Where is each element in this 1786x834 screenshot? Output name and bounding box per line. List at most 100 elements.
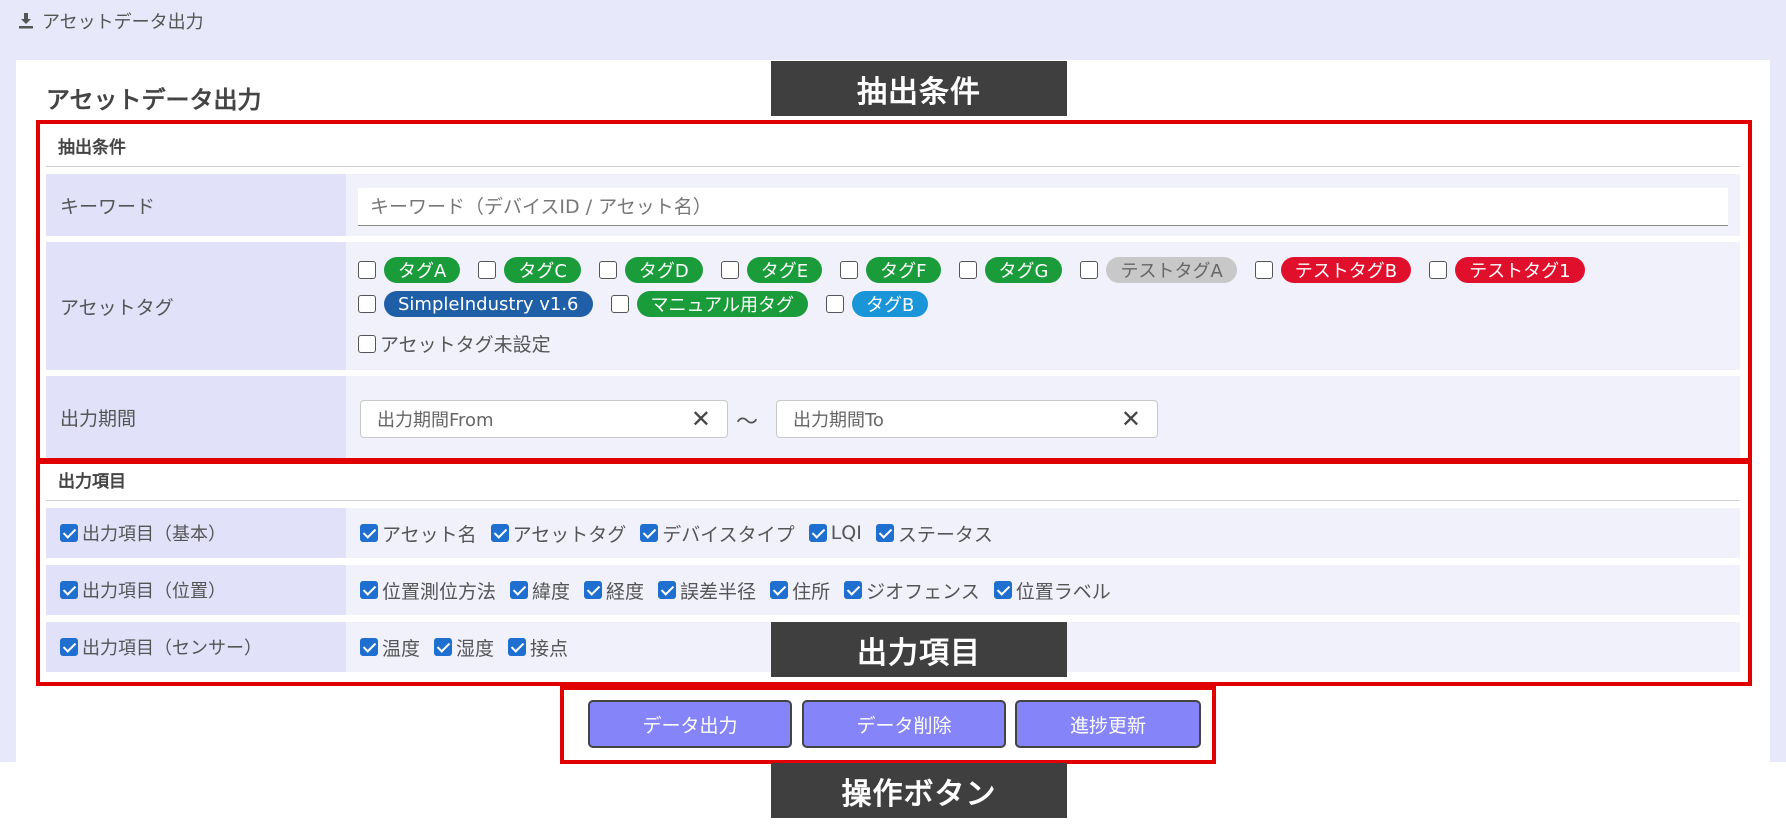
keyword-label: キーワード xyxy=(46,174,346,236)
output-option-label: デバイスタイプ xyxy=(662,523,795,546)
output-group-label-text: 出力項目（基本） xyxy=(82,524,226,545)
output-option-checkbox[interactable] xyxy=(844,581,863,599)
tag-option[interactable]: テストタグ1 xyxy=(1429,257,1585,283)
output-option-label: 温度 xyxy=(382,637,421,660)
keyword-input[interactable] xyxy=(358,188,1728,226)
tag-pill: タグG xyxy=(984,257,1063,283)
tag-checkbox[interactable] xyxy=(1429,261,1448,279)
page-title: アセットデータ出力 xyxy=(46,86,262,114)
period-to-input[interactable]: 出力期間To ✕ xyxy=(776,400,1158,438)
output-option-label: 位置ラベル xyxy=(1015,580,1111,603)
output-option-checkbox[interactable] xyxy=(584,581,603,599)
output-section-label: 出力項目 xyxy=(58,472,126,492)
tag-checkbox[interactable] xyxy=(958,261,977,279)
output-option[interactable]: デバイスタイプ xyxy=(640,520,795,547)
output-group-label[interactable]: 出力項目（基本） xyxy=(46,508,346,558)
output-group-label[interactable]: 出力項目（位置） xyxy=(46,565,346,615)
output-option[interactable]: ジオフェンス xyxy=(844,577,980,604)
tag-pill: タグB xyxy=(851,291,929,317)
output-option-label: 誤差半径 xyxy=(680,580,757,603)
extract-section-rule xyxy=(46,166,1740,167)
output-option-checkbox[interactable] xyxy=(434,638,453,656)
output-option[interactable]: 緯度 xyxy=(510,577,570,604)
output-option-checkbox[interactable] xyxy=(510,581,529,599)
output-option-label: アセット名 xyxy=(382,523,477,546)
keyword-row: キーワード xyxy=(46,174,1740,236)
output-option-checkbox[interactable] xyxy=(808,524,827,542)
tag-checkbox[interactable] xyxy=(610,295,629,313)
extract-section-label: 抽出条件 xyxy=(58,138,126,158)
output-option-checkbox[interactable] xyxy=(360,638,378,656)
output-option[interactable]: 誤差半径 xyxy=(658,577,756,604)
tag-checkbox[interactable] xyxy=(720,261,739,279)
output-option[interactable]: 湿度 xyxy=(434,634,494,661)
period-from-input[interactable]: 出力期間From ✕ xyxy=(360,400,728,438)
output-group-checkbox[interactable] xyxy=(60,638,78,656)
output-group-label-text: 出力項目（センサー） xyxy=(82,638,262,659)
tag-option[interactable]: マニュアル用タグ xyxy=(610,291,808,317)
tag-checkbox[interactable] xyxy=(1080,261,1099,279)
tag-checkbox[interactable] xyxy=(598,261,617,279)
delete-button[interactable]: データ削除 xyxy=(802,700,1006,748)
breadcrumb: アセットデータ出力 xyxy=(18,8,204,34)
tag-option[interactable]: タグA xyxy=(358,257,461,283)
output-option-label: 緯度 xyxy=(532,580,571,603)
tag-pill: タグC xyxy=(504,257,581,283)
tag-option[interactable]: タグC xyxy=(478,257,581,283)
tag-option[interactable]: タグG xyxy=(958,257,1063,283)
output-group-checkbox[interactable] xyxy=(60,524,78,542)
output-option[interactable]: 温度 xyxy=(360,634,420,661)
output-group-row: 出力項目（位置） 位置測位方法 緯度 経度 誤差半径 住所 ジオフェンス 位置ラベル xyxy=(46,565,1740,615)
tag-option[interactable]: タグE xyxy=(720,257,823,283)
output-option[interactable]: ステータス xyxy=(875,520,993,547)
progress-update-button[interactable]: 進捗更新 xyxy=(1015,700,1201,748)
output-group-options: アセット名 アセットタグ デバイスタイプ LQI ステータス xyxy=(346,508,1740,558)
output-option-label: 経度 xyxy=(606,580,645,603)
period-to-placeholder: 出力期間To xyxy=(793,410,884,431)
period-row: 出力期間 出力期間From ✕ ～ 出力期間To ✕ xyxy=(46,376,1740,458)
output-option-checkbox[interactable] xyxy=(658,581,677,599)
tag-checkbox[interactable] xyxy=(358,295,376,313)
output-option[interactable]: 接点 xyxy=(508,634,568,661)
output-option[interactable]: 住所 xyxy=(770,577,830,604)
output-option-checkbox[interactable] xyxy=(360,524,378,542)
period-separator: ～ xyxy=(736,410,759,435)
output-option[interactable]: LQI xyxy=(808,522,862,544)
output-group-options: 位置測位方法 緯度 経度 誤差半径 住所 ジオフェンス 位置ラベル xyxy=(346,565,1740,615)
clear-from-icon[interactable]: ✕ xyxy=(691,407,711,431)
tag-option[interactable]: タグF xyxy=(840,257,941,283)
output-option-checkbox[interactable] xyxy=(508,638,527,656)
tag-unset-option[interactable]: アセットタグ未設定 xyxy=(358,330,551,357)
output-option-checkbox[interactable] xyxy=(770,581,789,599)
tag-option[interactable]: SimpleIndustry v1.6 xyxy=(358,291,593,317)
tag-checkbox[interactable] xyxy=(1254,261,1273,279)
export-button[interactable]: データ出力 xyxy=(588,700,792,748)
output-option-checkbox[interactable] xyxy=(640,524,659,542)
tag-checkbox[interactable] xyxy=(478,261,497,279)
output-option-checkbox[interactable] xyxy=(993,581,1012,599)
buttons-callout: 操作ボタン xyxy=(771,763,1067,818)
output-option-checkbox[interactable] xyxy=(490,524,509,542)
output-section-rule xyxy=(46,500,1740,501)
tag-pill: SimpleIndustry v1.6 xyxy=(384,291,593,317)
clear-to-icon[interactable]: ✕ xyxy=(1121,407,1141,431)
output-option[interactable]: 経度 xyxy=(584,577,644,604)
output-option[interactable]: アセット名 xyxy=(360,520,477,547)
output-option[interactable]: 位置測位方法 xyxy=(360,577,496,604)
tag-checkbox[interactable] xyxy=(358,261,376,279)
tag-unset-checkbox[interactable] xyxy=(358,334,376,353)
output-group-checkbox[interactable] xyxy=(60,581,78,599)
tag-option[interactable]: タグD xyxy=(598,257,703,283)
output-group-label[interactable]: 出力項目（センサー） xyxy=(46,622,346,672)
output-option-checkbox[interactable] xyxy=(875,524,894,542)
tag-checkbox[interactable] xyxy=(825,295,844,313)
tag-option[interactable]: タグB xyxy=(825,291,929,317)
tag-option[interactable]: テストタグB xyxy=(1254,257,1412,283)
tag-checkbox[interactable] xyxy=(840,261,859,279)
output-option-checkbox[interactable] xyxy=(360,581,378,599)
output-option[interactable]: アセットタグ xyxy=(490,520,626,547)
tag-option[interactable]: テストタグA xyxy=(1080,257,1237,283)
output-option[interactable]: 位置ラベル xyxy=(993,577,1111,604)
output-option-label: 位置測位方法 xyxy=(382,580,497,603)
output-group-row: 出力項目（基本） アセット名 アセットタグ デバイスタイプ LQI ステータス xyxy=(46,508,1740,558)
